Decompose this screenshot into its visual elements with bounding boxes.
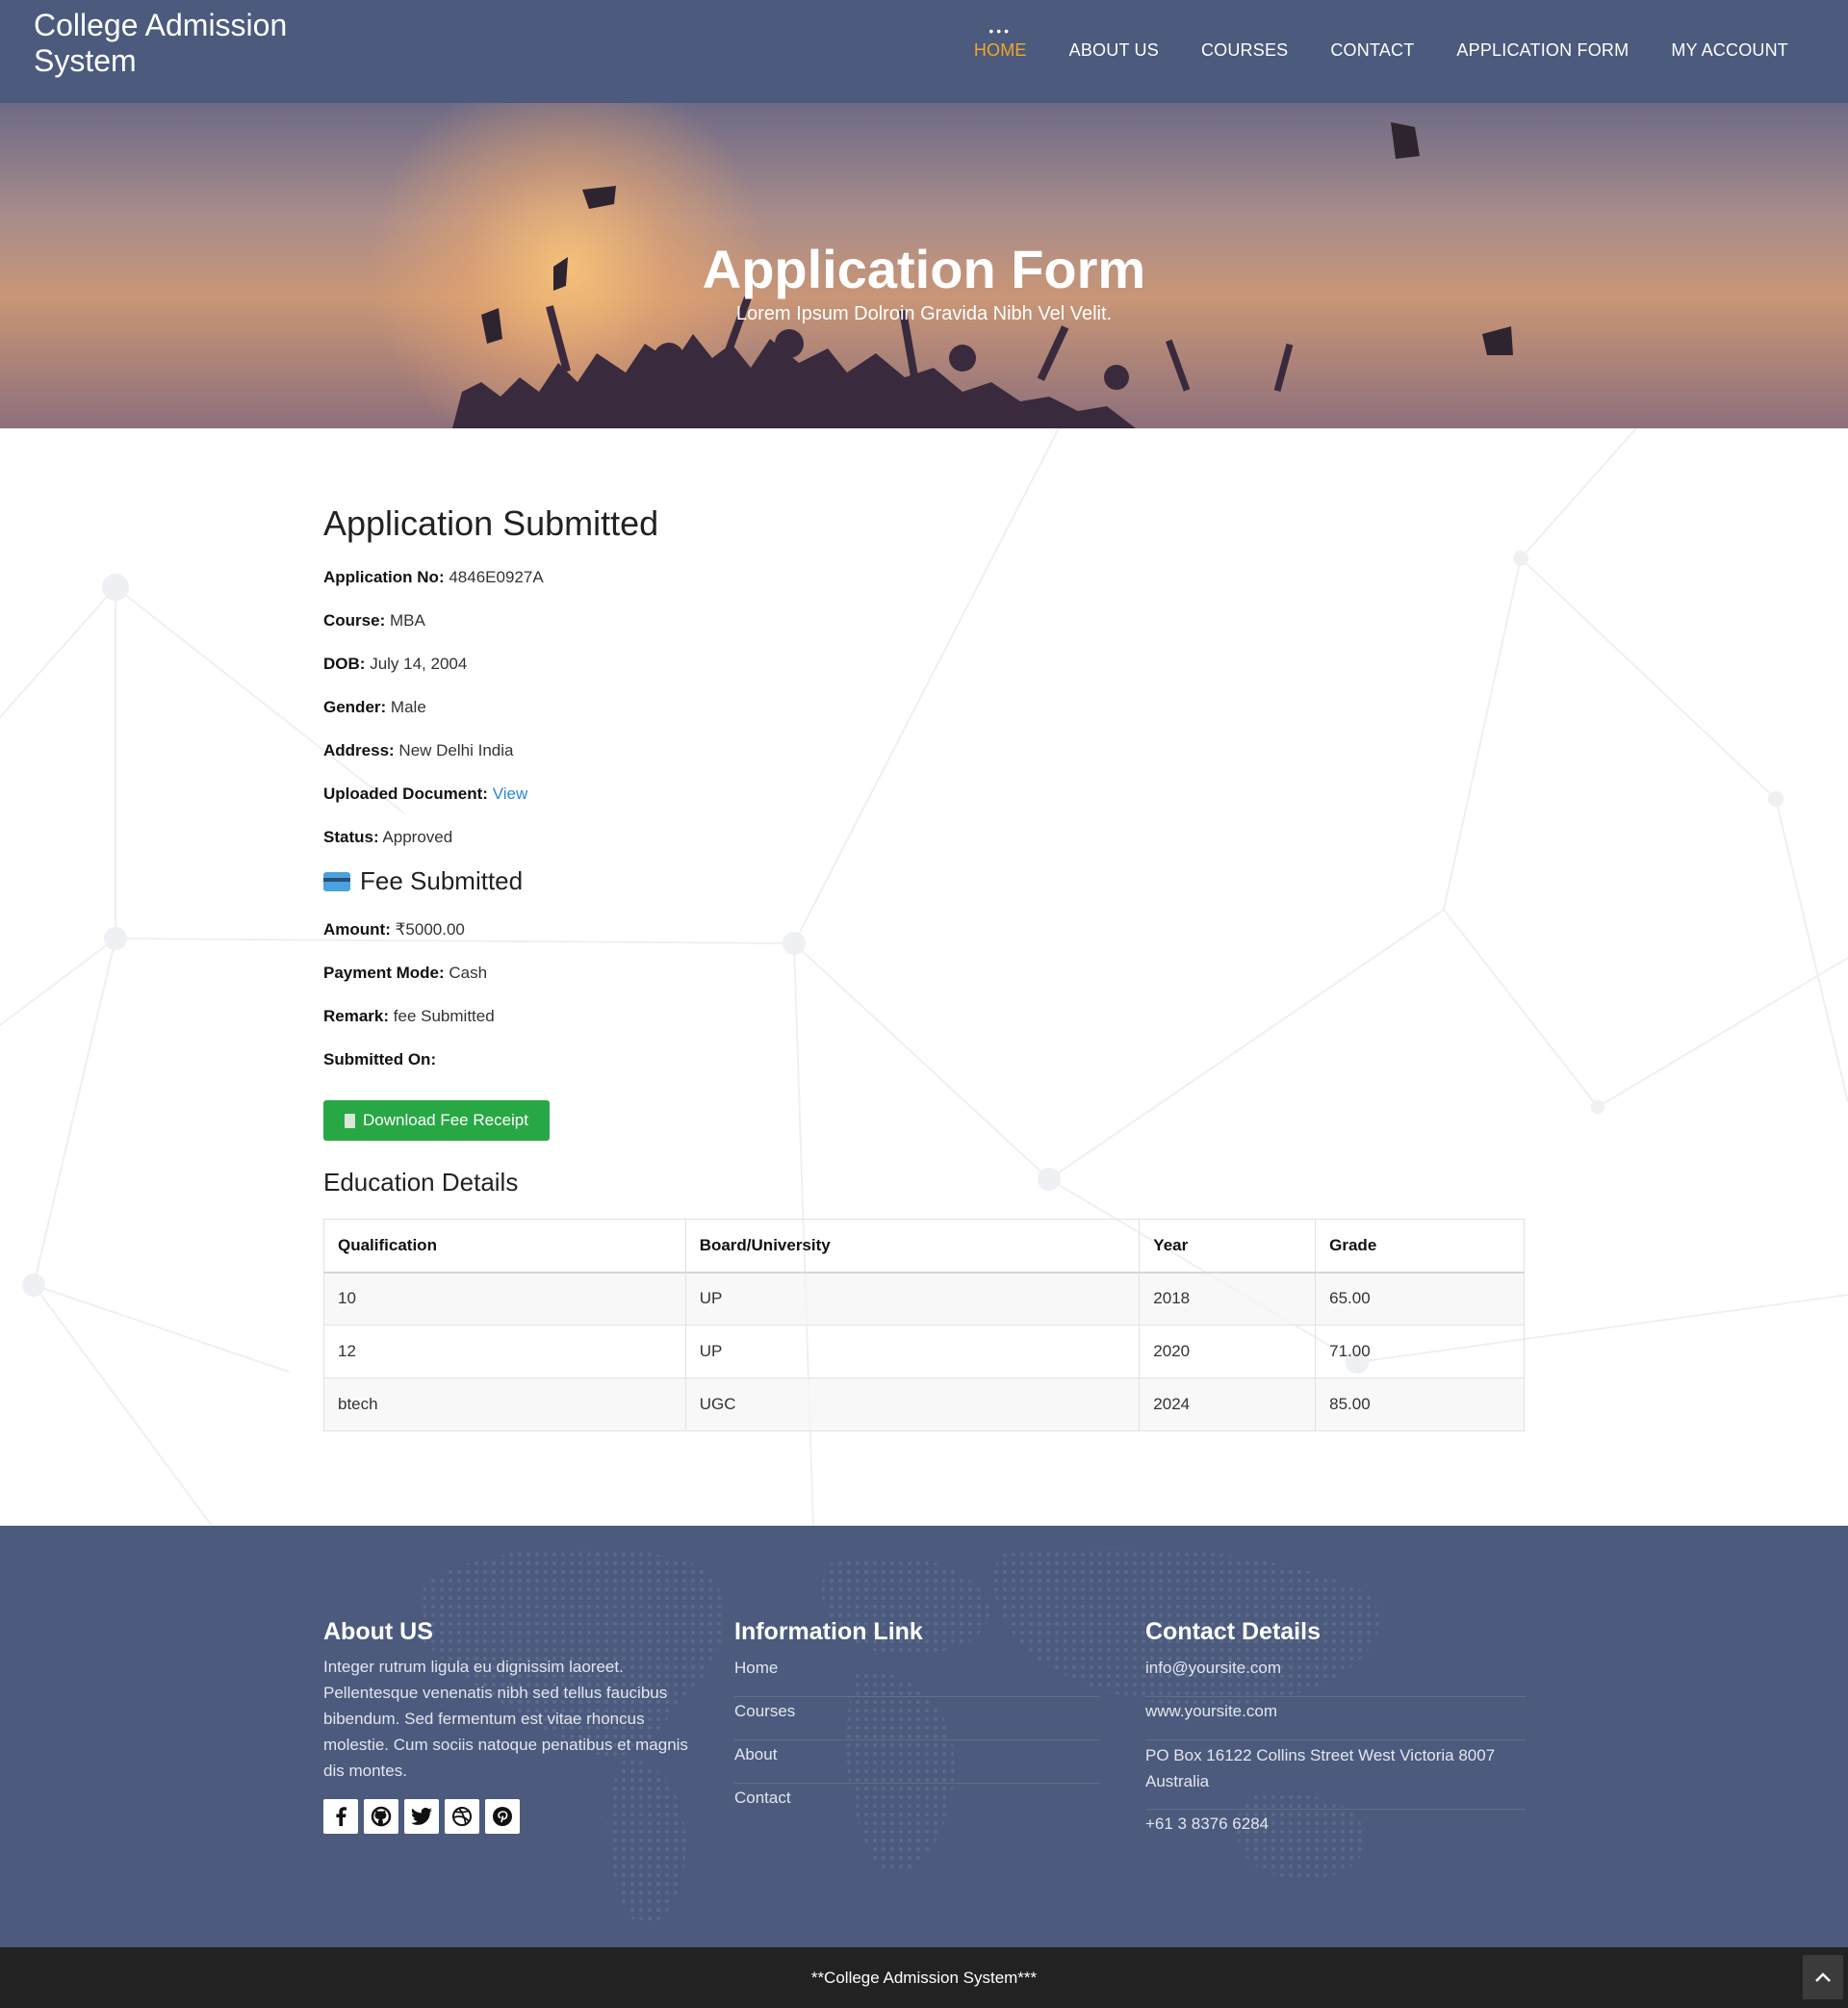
footer-link-about[interactable]: About [734,1740,1100,1784]
field-course: Course: MBA [323,611,425,630]
table-cell: 85.00 [1315,1377,1525,1431]
facebook-icon[interactable] [323,1799,358,1834]
nav-application-form[interactable]: APPLICATION FORM [1435,23,1650,78]
contact-email[interactable]: info@yoursite.com [1145,1654,1526,1697]
footer-about: About US Integer rutrum ligula eu dignis… [323,1618,689,1834]
table-cell: 2024 [1139,1377,1317,1431]
active-dots-icon: ••• [988,23,1013,39]
table-cell: 65.00 [1315,1272,1525,1326]
table-row: 12 UP 2020 71.00 [323,1325,1525,1378]
field-uploaded-document: Uploaded Document: View [323,785,528,803]
footer-about-text: Integer rutrum ligula eu dignissim laore… [323,1658,688,1780]
main-content: Application Submitted Application No: 48… [0,428,1848,1526]
footer-contact: Contact Details info@yoursite.com www.yo… [1145,1618,1526,1853]
download-fee-receipt-button[interactable]: Download Fee Receipt [323,1100,550,1141]
site-brand[interactable]: College Admission System [34,8,342,79]
contact-phone: +61 3 8376 6284 [1145,1815,1270,1833]
chevron-up-icon [1815,1972,1831,1982]
column-header: Year [1139,1219,1317,1274]
column-header: Grade [1315,1219,1525,1274]
hero-title: Application Form [702,239,1146,299]
table-row: 10 UP 2018 65.00 [323,1272,1525,1326]
field-dob: DOB: July 14, 2004 [323,655,468,673]
hero-subtitle: Lorem Ipsum Dolroin Gravida Nibh Vel Vel… [735,303,1113,324]
copyright-bar: **College Admission System*** [0,1947,1848,2008]
view-document-link[interactable]: View [493,785,528,803]
pinterest-icon[interactable] [485,1799,520,1834]
field-gender: Gender: Male [323,698,426,716]
column-header: Board/University [684,1219,1141,1274]
field-remark: Remark: fee Submitted [323,1007,495,1025]
nav-about-us[interactable]: ABOUT US [1048,23,1180,78]
footer-info-links: Information Link Home Courses About Cont… [734,1618,1100,1827]
github-icon[interactable] [364,1799,398,1834]
table-cell: UGC [684,1377,1141,1431]
nav-home[interactable]: ••• HOME [953,23,1048,78]
table-cell: 12 [323,1325,686,1378]
dribbble-icon[interactable] [445,1799,479,1834]
field-submitted-on: Submitted On: [323,1050,437,1068]
contact-address: PO Box 16122 Collins Street West Victori… [1145,1740,1526,1810]
table-cell: UP [684,1325,1141,1378]
receipt-icon [345,1113,355,1128]
field-status: Status: Approved [323,828,453,846]
nav-my-account[interactable]: MY ACCOUNT [1650,23,1810,78]
social-links [323,1799,689,1834]
table-cell: 71.00 [1315,1325,1525,1378]
site-header: College Admission System ••• HOME ABOUT U… [0,0,1848,103]
table-cell: btech [323,1377,686,1431]
credit-card-icon [323,871,350,891]
scroll-to-top-button[interactable] [1803,1955,1843,1999]
table-cell: 2020 [1139,1325,1317,1378]
education-heading: Education Details [323,1168,519,1197]
field-payment-mode: Payment Mode: Cash [323,964,488,982]
footer-about-heading: About US [323,1618,433,1645]
twitter-icon[interactable] [404,1799,439,1834]
site-footer: About US Integer rutrum ligula eu dignis… [0,1526,1848,1947]
field-application-no: Application No: 4846E0927A [323,568,544,586]
table-cell: 10 [323,1272,686,1326]
hero-banner: Application Form Lorem Ipsum Dolroin Gra… [0,103,1848,428]
contact-website[interactable]: www.yoursite.com [1145,1697,1526,1740]
footer-link-contact[interactable]: Contact [734,1784,1100,1827]
table-cell: UP [684,1272,1141,1326]
field-address: Address: New Delhi India [323,741,514,759]
nav-contact[interactable]: CONTACT [1309,23,1435,78]
footer-link-home[interactable]: Home [734,1654,1100,1697]
table-row: btech UGC 2024 85.00 [323,1377,1525,1431]
footer-contact-heading: Contact Details [1145,1618,1321,1645]
table-cell: 2018 [1139,1272,1317,1326]
status-value: Approved [382,828,453,846]
fee-heading: Fee Submitted [323,866,523,896]
application-heading: Application Submitted [323,503,659,543]
footer-info-heading: Information Link [734,1618,923,1645]
column-header: Qualification [323,1219,686,1274]
table-header-row: Qualification Board/University Year Grad… [323,1219,1525,1274]
education-table: Qualification Board/University Year Grad… [323,1219,1525,1431]
main-nav: ••• HOME ABOUT US COURSES CONTACT APPLICA… [953,23,1810,78]
footer-link-courses[interactable]: Courses [734,1697,1100,1740]
field-amount: Amount: ₹5000.00 [323,920,465,939]
nav-courses[interactable]: COURSES [1180,23,1309,78]
